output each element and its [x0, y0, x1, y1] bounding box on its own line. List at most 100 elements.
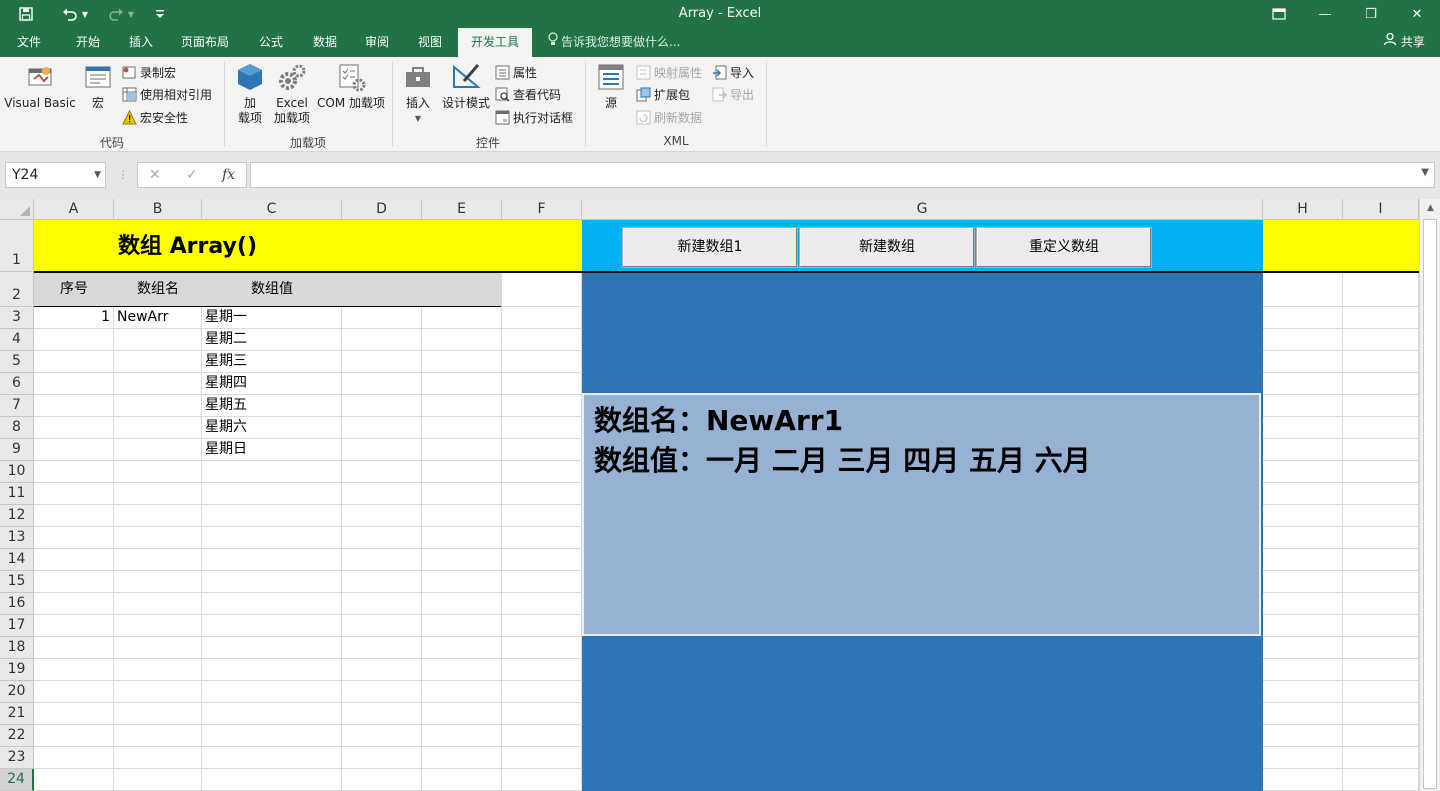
import-button[interactable]: 导入: [712, 62, 754, 82]
row-header[interactable]: 4: [0, 329, 34, 351]
cell-array-value[interactable]: 星期六: [205, 417, 247, 438]
column-header-a[interactable]: A: [34, 199, 114, 220]
column-header-g[interactable]: G: [582, 199, 1263, 220]
insert-control-button[interactable]: 插入 ▼: [398, 61, 438, 126]
column-header-i[interactable]: I: [1343, 199, 1419, 220]
row-header[interactable]: 20: [0, 681, 34, 703]
vertical-scrollbar[interactable]: ▲: [1419, 199, 1440, 791]
column-header-e[interactable]: E: [422, 199, 502, 220]
macros-button[interactable]: 宏: [80, 61, 116, 111]
cell-index[interactable]: 1: [34, 307, 110, 328]
ribbon-separator: [392, 61, 393, 147]
name-box[interactable]: Y24 ▼: [5, 162, 106, 188]
row-header[interactable]: 22: [0, 725, 34, 747]
close-button[interactable]: ✕: [1394, 0, 1440, 28]
new-array1-button[interactable]: 新建数组1: [622, 227, 798, 268]
com-addins-button[interactable]: COM 加载项: [314, 61, 388, 111]
select-all-button[interactable]: [0, 199, 34, 220]
row-header[interactable]: 7: [0, 395, 34, 417]
xml-source-button[interactable]: 源: [592, 61, 630, 111]
row-header[interactable]: 19: [0, 659, 34, 681]
row-header[interactable]: 6: [0, 373, 34, 395]
worksheet-grid[interactable]: A B C D E F G H I 1 2 3 4 5 6 7 8 9 10 1…: [0, 199, 1440, 791]
column-header-b[interactable]: B: [114, 199, 202, 220]
scrollbar-thumb[interactable]: [1423, 219, 1437, 789]
output-textbox[interactable]: 数组名：NewArr1 数组值：一月 二月 三月 四月 五月 六月: [582, 393, 1261, 636]
ribbon-display-options-icon[interactable]: [1256, 0, 1302, 28]
cell-array-value[interactable]: 星期四: [205, 373, 247, 394]
record-macro-button[interactable]: 录制宏: [122, 62, 176, 82]
column-header-h[interactable]: H: [1263, 199, 1343, 220]
row-header[interactable]: 18: [0, 637, 34, 659]
expansion-packs-button[interactable]: 扩展包: [636, 84, 690, 104]
chevron-down-icon[interactable]: ▼: [94, 163, 101, 187]
row-header[interactable]: 15: [0, 571, 34, 593]
row-header[interactable]: 3: [0, 307, 34, 329]
tab-review[interactable]: 审阅: [354, 28, 400, 57]
tab-formulas[interactable]: 公式: [248, 28, 294, 57]
design-mode-button[interactable]: 设计模式: [440, 61, 492, 111]
ribbon-tabs: 文件 开始 插入 页面布局 公式 数据 审阅 视图 开发工具 告诉我您想要做什么…: [0, 28, 1440, 57]
row-header[interactable]: 21: [0, 703, 34, 725]
lightbulb-icon: [548, 28, 558, 57]
formula-bar-grip-icon[interactable]: ⋮: [118, 170, 128, 181]
row-header[interactable]: 12: [0, 505, 34, 527]
formula-input[interactable]: ▼: [250, 162, 1435, 188]
tell-me-search[interactable]: 告诉我您想要做什么...: [548, 28, 680, 57]
share-button[interactable]: 共享: [1372, 30, 1436, 55]
tab-file[interactable]: 文件: [6, 28, 52, 57]
addins-button[interactable]: 加 载项: [232, 61, 268, 126]
row-header[interactable]: 9: [0, 439, 34, 461]
tab-home[interactable]: 开始: [64, 28, 112, 57]
insert-function-icon[interactable]: fx: [222, 167, 235, 183]
view-code-button[interactable]: 查看代码: [495, 84, 561, 104]
column-header-f[interactable]: F: [502, 199, 582, 220]
tab-page-layout[interactable]: 页面布局: [172, 28, 238, 57]
cell-array-value[interactable]: 星期二: [205, 329, 247, 350]
refresh-icon: [636, 110, 651, 125]
addins-label-line2: 载项: [237, 111, 262, 125]
maximize-button[interactable]: ❐: [1348, 0, 1394, 28]
tab-developer[interactable]: 开发工具: [458, 28, 532, 57]
cell-array-value[interactable]: 星期三: [205, 351, 247, 372]
redefine-array-button[interactable]: 重定义数组: [976, 227, 1152, 268]
column-header-d[interactable]: D: [342, 199, 422, 220]
undo-dropdown-icon[interactable]: ▼: [78, 0, 92, 28]
visual-basic-button[interactable]: Visual Basic: [4, 61, 76, 111]
row-header[interactable]: 2: [0, 272, 34, 307]
scroll-up-icon[interactable]: ▲: [1420, 203, 1440, 213]
new-array-button[interactable]: 新建数组: [799, 227, 975, 268]
tab-insert[interactable]: 插入: [118, 28, 164, 57]
column-header-c[interactable]: C: [202, 199, 342, 220]
row-header[interactable]: 5: [0, 351, 34, 373]
macro-security-button[interactable]: 宏安全性: [122, 107, 188, 127]
cancel-icon[interactable]: ✕: [149, 167, 161, 183]
cell-array-value[interactable]: 星期一: [205, 307, 247, 328]
properties-button[interactable]: 属性: [495, 62, 537, 82]
cell-array-value[interactable]: 星期日: [205, 439, 247, 460]
cell-array-value[interactable]: 星期五: [205, 395, 247, 416]
row-header[interactable]: 1: [0, 220, 34, 272]
row-header[interactable]: 23: [0, 747, 34, 769]
save-icon[interactable]: [12, 0, 40, 28]
row-header[interactable]: 8: [0, 417, 34, 439]
run-dialog-button[interactable]: 执行对话框: [495, 107, 573, 127]
excel-addins-button[interactable]: Excel 加载项: [270, 61, 314, 126]
map-properties-label: 映射属性: [654, 65, 703, 80]
customize-quick-access-icon[interactable]: [146, 0, 174, 28]
row-header-selected[interactable]: 24: [0, 769, 34, 791]
row-header[interactable]: 17: [0, 615, 34, 637]
enter-icon[interactable]: ✓: [186, 167, 198, 183]
row-header[interactable]: 13: [0, 527, 34, 549]
row-header[interactable]: 11: [0, 483, 34, 505]
row-header[interactable]: 16: [0, 593, 34, 615]
gear-icon: [276, 61, 308, 93]
minimize-button[interactable]: —: [1302, 0, 1348, 28]
relative-reference-button[interactable]: 使用相对引用: [122, 84, 212, 104]
tab-view[interactable]: 视图: [406, 28, 454, 57]
cell-array-name[interactable]: NewArr: [117, 307, 168, 328]
row-header[interactable]: 10: [0, 461, 34, 483]
row-header[interactable]: 14: [0, 549, 34, 571]
expand-formula-bar-icon[interactable]: ▼: [1421, 167, 1429, 178]
tab-data[interactable]: 数据: [302, 28, 348, 57]
